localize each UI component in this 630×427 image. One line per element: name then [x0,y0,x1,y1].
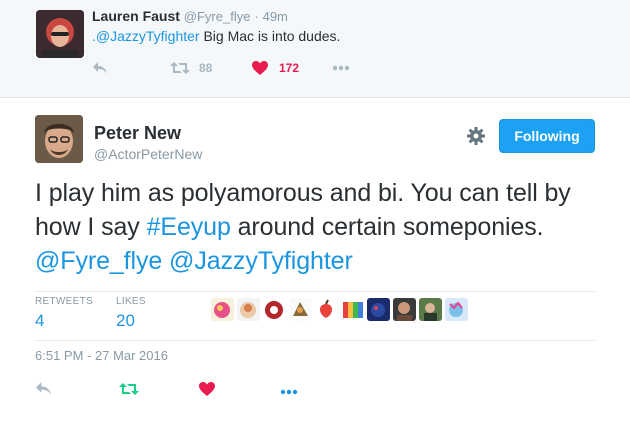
liker-avatar[interactable] [263,298,286,321]
author-handle[interactable]: @Fyre_flye [184,9,251,24]
liker-avatar[interactable] [393,298,416,321]
parent-tweet: Lauren Faust @Fyre_flye · 49m .@JazzyTyf… [0,0,630,98]
retweet-count: 88 [199,61,213,75]
mention-link-fyre-flye[interactable]: @Fyre_flye [35,247,162,275]
tweet-text-rest: Big Mac is into dudes. [199,28,341,44]
author-handle[interactable]: @ActorPeterNew [94,146,202,162]
author-name[interactable]: Lauren Faust [92,8,180,24]
gear-icon[interactable] [466,126,486,146]
mention-link[interactable]: .@JazzyTyfighter [92,28,200,44]
tweet-text-part2: around certain someponies. [230,213,544,241]
liker-avatars [211,298,468,324]
author-name[interactable]: Peter New [94,123,181,144]
liker-avatar[interactable] [237,298,260,321]
retweets-label: RETWEETS [35,296,93,307]
separator: · [254,9,259,24]
retweets-stat[interactable]: RETWEETS 4 [35,296,93,331]
like-button[interactable] [199,380,215,402]
tweet-actions [35,380,335,402]
liker-avatar[interactable] [445,298,468,321]
more-icon [279,382,299,400]
tweet-actions: 88 172 [92,58,392,78]
avatar[interactable] [35,115,83,163]
tweet-timestamp[interactable]: 6:51 PM - 27 Mar 2016 [35,348,168,363]
more-button[interactable] [279,380,299,402]
liker-avatar[interactable] [211,298,234,321]
avatar[interactable] [36,10,84,58]
mention-link-jazzytyfighter[interactable]: @JazzyTyfighter [169,247,353,275]
heart-icon [252,61,268,75]
retweet-button[interactable]: 88 [170,58,212,78]
tweet-text: I play him as polyamorous and bi. You ca… [35,176,595,278]
likes-stat[interactable]: LIKES 20 [116,296,146,331]
following-button[interactable]: Following [499,119,595,153]
more-icon [332,65,350,71]
tweet-time[interactable]: 49m [263,9,288,24]
reply-button[interactable] [35,380,52,402]
liker-avatar[interactable] [315,298,338,321]
heart-icon [199,381,215,401]
retweet-icon [170,61,190,75]
parent-author-line: Lauren Faust @Fyre_flye · 49m [92,8,288,24]
like-count: 172 [279,61,300,75]
more-button[interactable] [332,58,350,78]
retweet-icon [119,382,139,401]
liker-avatar[interactable] [341,298,364,321]
tweet-text: .@JazzyTyfighter Big Mac is into dudes. [92,28,340,44]
reply-icon [92,61,108,75]
like-button[interactable]: 172 [252,58,299,78]
retweets-count: 4 [35,311,45,330]
hashtag-link[interactable]: #Eeyup [147,213,231,241]
reply-button[interactable] [92,58,108,78]
likes-count: 20 [116,311,135,330]
liker-avatar[interactable] [419,298,442,321]
retweet-button[interactable] [119,380,139,402]
liker-avatar[interactable] [367,298,390,321]
likes-label: LIKES [116,296,146,307]
tweet-stats: RETWEETS 4 LIKES 20 [35,291,595,341]
liker-avatar[interactable] [289,298,312,321]
reply-icon [35,381,52,401]
